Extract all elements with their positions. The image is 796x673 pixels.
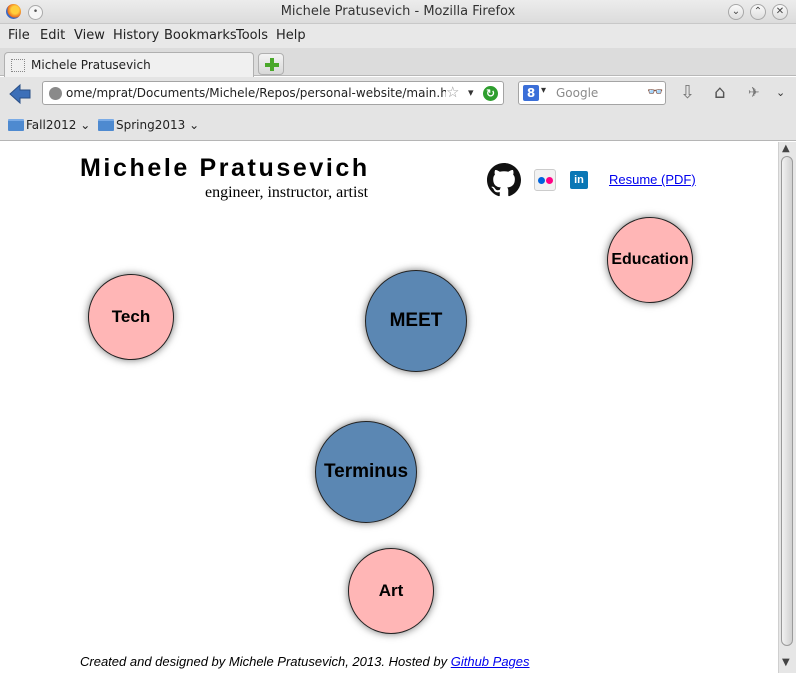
scroll-up-icon[interactable]: ▲ [782,143,790,154]
window-title: Michele Pratusevich - Mozilla Firefox [280,4,516,19]
github-pages-link[interactable]: Github Pages [451,654,530,669]
google-engine-icon[interactable]: 8 [523,85,539,101]
linkedin-icon[interactable]: in [570,171,588,189]
menu-help[interactable]: Help [276,28,306,43]
bookmarks-bar: Fall2012 ⌄ Spring2013 ⌄ [0,111,796,141]
search-input[interactable]: Google [556,86,598,100]
navigation-bar: ome/mprat/Documents/Michele/Repos/person… [0,77,796,111]
binoculars-icon[interactable]: 👓 [647,85,663,100]
reload-icon[interactable]: ↻ [483,86,498,101]
github-icon[interactable] [487,163,521,197]
menu-file[interactable]: File [8,28,30,43]
back-arrow-icon[interactable] [8,83,32,105]
tab-michele-pratusevich[interactable]: Michele Pratusevich [4,52,254,77]
footer-text: Created and designed by Michele Pratusev… [80,654,451,669]
site-tagline: engineer, instructor, artist [205,184,369,201]
download-arrow-icon[interactable]: ⇩ [680,82,695,103]
minimize-button[interactable]: ⌄ [728,4,744,20]
menu-history[interactable]: History [113,28,159,43]
bubble-tech[interactable]: Tech [88,274,174,360]
extension-icon[interactable]: ✈ [748,85,760,101]
page-content: Michele Pratusevich engineer, instructor… [0,142,778,673]
engine-dropdown-icon[interactable]: ▾ [541,85,546,96]
globe-icon [49,87,62,100]
site-title: Michele Pratusevich [80,154,370,182]
bookmark-label: Spring2013 [116,118,186,132]
bubble-meet[interactable]: MEET [365,270,467,372]
vertical-scrollbar[interactable]: ▲ ▼ [778,142,796,673]
overflow-chevron-icon[interactable]: ⌄ [776,86,785,99]
menu-tools[interactable]: Tools [236,28,268,43]
title-bar: • Michele Pratusevich - Mozilla Firefox … [0,0,796,24]
bookmark-label: Fall2012 [26,118,77,132]
tab-bar: Michele Pratusevich [0,48,796,77]
bookmark-star-icon[interactable]: ☆ [446,83,459,101]
flickr-icon[interactable] [534,169,556,191]
page-favicon-icon [11,59,25,72]
bookmark-folder-spring2013[interactable]: Spring2013 ⌄ [98,118,199,132]
bubble-education[interactable]: Education [607,217,693,303]
url-bar[interactable]: ome/mprat/Documents/Michele/Repos/person… [42,81,504,105]
close-button[interactable]: ✕ [772,4,788,20]
maximize-button[interactable]: ⌃ [750,4,766,20]
page-footer: Created and designed by Michele Pratusev… [80,654,530,669]
resume-pdf-link[interactable]: Resume (PDF) [609,172,696,187]
scroll-down-icon[interactable]: ▼ [782,657,790,668]
tab-label: Michele Pratusevich [31,58,151,72]
url-text[interactable]: ome/mprat/Documents/Michele/Repos/person… [66,86,446,100]
menu-bar: File Edit View History Bookmarks Tools H… [0,24,796,48]
menu-view[interactable]: View [74,28,105,43]
new-tab-button[interactable] [258,53,284,75]
bubble-terminus[interactable]: Terminus [315,421,417,523]
bookmark-folder-fall2012[interactable]: Fall2012 ⌄ [8,118,90,132]
search-box[interactable]: 8 ▾ Google 👓 [518,81,666,105]
scroll-thumb[interactable] [781,156,793,646]
menu-bookmarks[interactable]: Bookmarks [164,28,237,43]
url-dropdown-icon[interactable]: ▾ [468,86,474,99]
folder-icon [98,119,114,131]
home-icon[interactable]: ⌂ [714,82,725,103]
folder-icon [8,119,24,131]
bubble-art[interactable]: Art [348,548,434,634]
menu-edit[interactable]: Edit [40,28,65,43]
